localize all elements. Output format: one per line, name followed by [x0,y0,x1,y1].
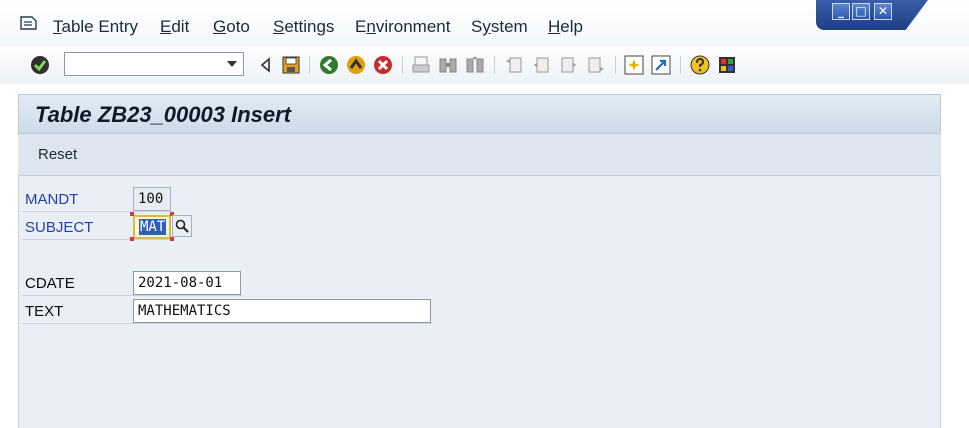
menu-help[interactable]: Help [548,17,583,37]
toolbar-separator [309,56,310,74]
reset-button[interactable]: Reset [38,146,77,163]
subject-label: SUBJECT [25,219,94,236]
system-menu-icon[interactable] [20,16,38,30]
toolbar-separator [615,56,616,74]
close-button[interactable]: ✕ [874,3,892,20]
maximize-button[interactable]: □ [852,3,870,20]
last-page-icon [585,54,607,76]
cdate-label: CDATE [25,275,75,292]
required-marker [130,237,134,241]
row-divider [22,323,432,324]
previous-page-icon [530,54,552,76]
enter-icon[interactable] [29,54,51,76]
menu-settings[interactable]: Settings [273,17,334,37]
page-title: Table ZB23_00003 Insert [35,102,291,127]
menu-table-entry[interactable]: Table Entry [53,17,138,37]
text-field[interactable]: MATHEMATICS [133,299,431,323]
next-page-icon [558,54,580,76]
mandt-field: 100 [133,187,171,211]
toolbar-separator [680,56,681,74]
print-icon [410,54,432,76]
back-arrow-icon[interactable] [254,54,276,76]
row-divider [22,295,242,296]
shortcut-icon[interactable] [650,54,672,76]
first-page-icon [503,54,525,76]
create-session-icon[interactable] [623,54,645,76]
title-bar: Table ZB23_00003 Insert [18,94,941,134]
toolbar-separator [402,56,403,74]
cancel-icon[interactable] [372,54,394,76]
find-next-icon [464,54,486,76]
back-icon[interactable] [318,54,340,76]
find-icon [437,54,459,76]
exit-icon[interactable] [345,54,367,76]
menu-system[interactable]: System [471,17,528,37]
subject-field[interactable]: MAT [133,215,171,239]
minimize-button[interactable]: _ [832,3,850,20]
application-toolbar: Reset [18,134,941,176]
customize-layout-icon[interactable] [716,54,738,76]
save-icon[interactable] [280,54,302,76]
command-field[interactable] [64,52,244,76]
search-icon [175,219,189,233]
window-controls: _ □ ✕ [816,0,928,30]
required-marker [130,212,134,216]
menu-edit[interactable]: Edit [160,17,189,37]
toolbar-separator [494,56,495,74]
text-label: TEXT [25,303,64,320]
cdate-field[interactable]: 2021-08-01 [133,271,241,295]
help-icon[interactable] [689,54,711,76]
menu-environment[interactable]: Environment [355,17,450,37]
subject-value: MAT [139,219,167,235]
menu-goto[interactable]: Goto [213,17,250,37]
row-divider [22,239,172,240]
required-marker [170,237,174,241]
menu-bar: Table Entry Edit Goto Settings Environme… [0,0,969,46]
value-help-button[interactable] [172,215,192,237]
row-divider [22,211,172,212]
chevron-down-icon[interactable] [224,56,240,72]
mandt-label: MANDT [25,191,79,208]
